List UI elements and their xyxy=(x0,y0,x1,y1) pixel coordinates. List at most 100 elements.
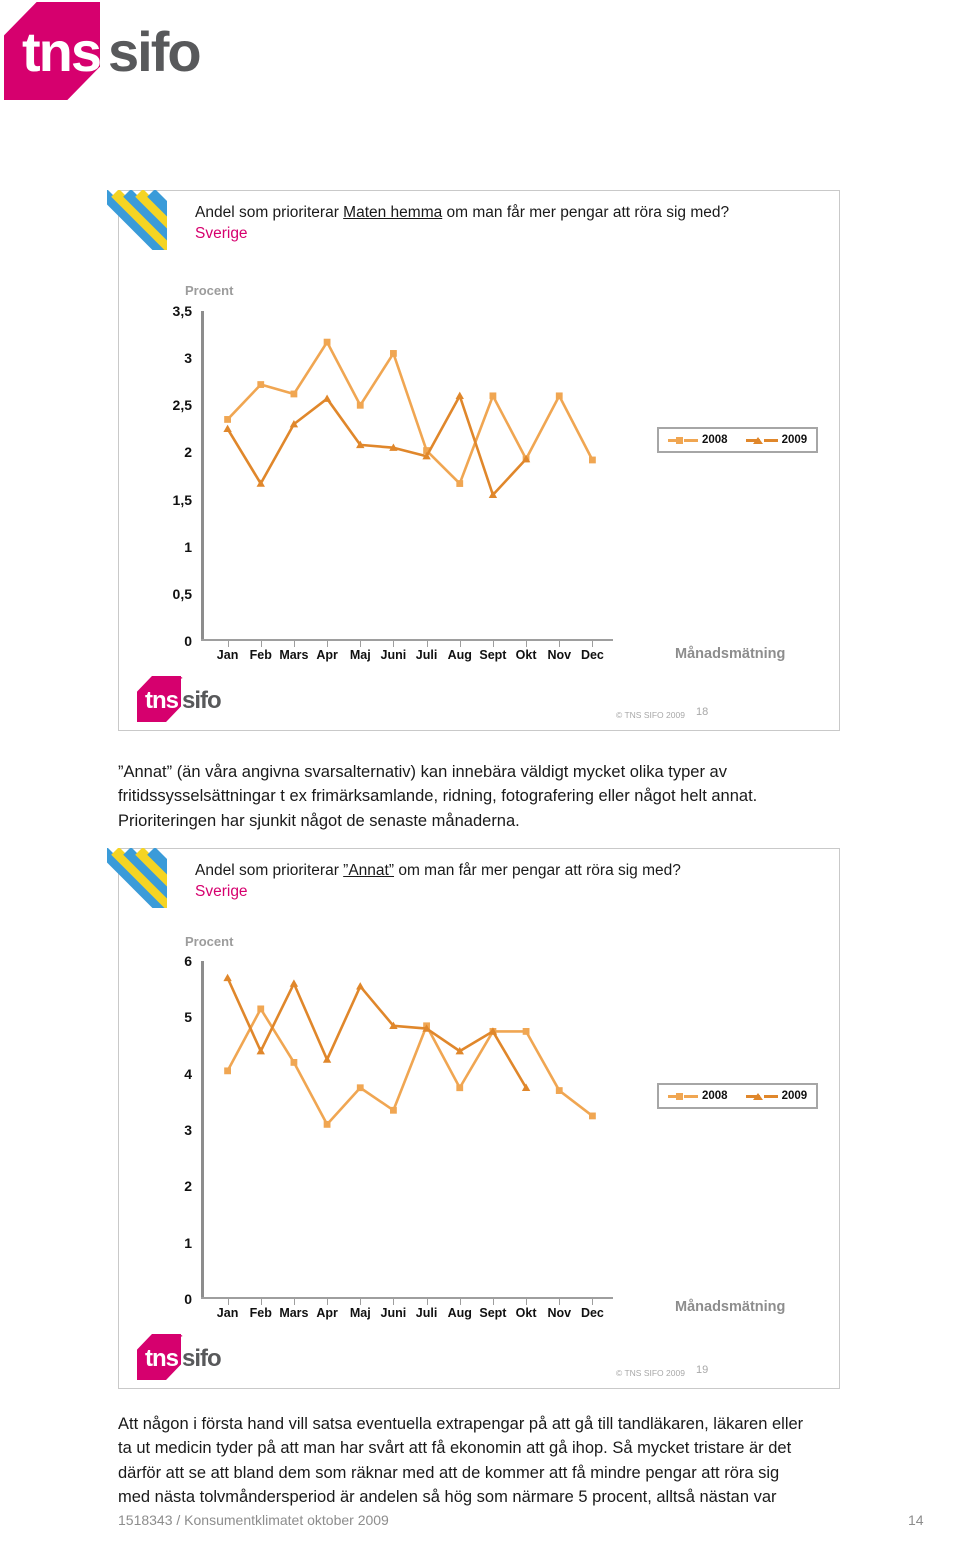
slide1-title: Andel som prioriterar Maten hemma om man… xyxy=(195,203,729,223)
middle-paragraph-line-2: fritidssysselsättningar t ex frimärksaml… xyxy=(118,787,758,806)
slide2-title-prefix: Andel som prioriterar xyxy=(195,862,344,879)
slide2-legend: 2008 2009 xyxy=(657,1083,819,1109)
x-axis-tick-label: Maj xyxy=(349,1306,371,1320)
series-marker-2009 xyxy=(223,424,232,433)
series-marker-2008 xyxy=(522,1028,530,1035)
slide2-axis-unit: Procent xyxy=(185,934,234,949)
slide2-logo-sifo: sifo xyxy=(182,1345,222,1372)
bottom-paragraph-line-2: ta ut medicin tyder på att man har svårt… xyxy=(118,1439,792,1458)
series-marker-2008 xyxy=(257,1005,265,1013)
x-axis-tick-label: Okt xyxy=(515,1306,537,1320)
series-marker-2008 xyxy=(323,338,331,346)
x-axis-tick-mark xyxy=(293,641,295,647)
x-axis-tick-mark xyxy=(592,641,594,647)
series-marker-2009 xyxy=(223,973,232,982)
slide1-series-svg xyxy=(223,338,596,499)
series-marker-2008 xyxy=(290,1059,298,1066)
y-axis-tick-label: 1 xyxy=(184,1234,192,1251)
series-marker-2008 xyxy=(456,480,464,487)
x-axis-tick-label: Sept xyxy=(479,648,507,662)
slide2-logo-tm: ™ xyxy=(177,1335,183,1341)
slide2-x-axis xyxy=(201,1297,613,1299)
slide1-title-underlined: Maten hemma xyxy=(343,204,443,221)
slide2-title: Andel som prioriterar ”Annat” om man får… xyxy=(195,861,681,881)
x-axis-tick-mark xyxy=(360,641,362,647)
slide1-subtitle: Sverige xyxy=(195,225,248,242)
series-marker-2008 xyxy=(323,1120,331,1128)
x-axis-tick-mark xyxy=(327,1299,329,1305)
series-line-2009 xyxy=(226,977,528,1089)
slide1-legend-item-2008: 2008 xyxy=(668,434,728,446)
x-axis-tick-mark xyxy=(426,641,428,647)
logo-tns-text: tns xyxy=(22,20,102,83)
series-marker-2009 xyxy=(356,982,365,990)
x-axis-tick-label: Mars xyxy=(279,648,309,662)
legend-label-2009: 2009 xyxy=(781,434,808,446)
legend-marker-triangle-2009 xyxy=(752,436,763,444)
x-axis-tick-label: Apr xyxy=(316,648,338,662)
y-axis-tick-label: 0 xyxy=(184,633,192,649)
series-marker-2008 xyxy=(589,1112,596,1120)
y-axis-tick-label: 3,5 xyxy=(172,303,192,319)
swedish-flag-corner-icon-2 xyxy=(107,848,167,908)
x-axis-tick-label: Aug xyxy=(447,1306,472,1320)
x-axis-tick-label: Apr xyxy=(316,1306,338,1320)
series-line-2009 xyxy=(226,394,528,497)
slide2-title-suffix: om man får mer pengar att röra sig med? xyxy=(394,862,681,879)
logo-sifo-text: sifo xyxy=(108,20,202,83)
series-marker-2008 xyxy=(555,392,563,400)
y-axis-tick-label: 2 xyxy=(184,444,192,461)
legend2-label-2009: 2009 xyxy=(781,1090,808,1102)
slide1-copyright: © TNS SIFO 2009 xyxy=(616,710,685,720)
slide-maten-hemma: Andel som prioriterar Maten hemma om man… xyxy=(107,190,840,731)
legend2-line2-2009 xyxy=(763,1094,778,1098)
series-marker-2008 xyxy=(356,401,364,409)
x-axis-tick-label: Nov xyxy=(547,648,572,662)
x-axis-tick-mark xyxy=(526,641,528,647)
series-marker-2009 xyxy=(289,979,299,987)
bottom-paragraph-line-3: därför att se att bland dem som räknar m… xyxy=(118,1463,780,1482)
slide2-subtitle: Sverige xyxy=(195,883,248,900)
legend-marker-square-2008 xyxy=(676,436,683,444)
x-axis-tick-label: Juli xyxy=(415,648,438,662)
x-axis-tick-mark xyxy=(492,1299,494,1305)
slide1-legend: 2008 2009 xyxy=(657,427,819,453)
series-marker-2008 xyxy=(589,456,596,464)
slide2-logo-tns: tns xyxy=(145,1345,179,1372)
y-axis-tick-label: 5 xyxy=(184,1009,192,1026)
slide1-logo-tns: tns xyxy=(145,687,179,714)
middle-paragraph-line-3: Prioriteringen har sjunkit något de sena… xyxy=(118,811,520,830)
x-axis-tick-label: Dec xyxy=(580,1306,604,1320)
slide1-y-axis xyxy=(201,311,204,641)
legend2-label-2008: 2008 xyxy=(702,1090,728,1102)
x-axis-tick-label: Aug xyxy=(447,648,472,662)
slide1-footer-logo: tns sifo ™ xyxy=(137,676,237,722)
x-axis-tick-mark xyxy=(393,641,395,647)
series-marker-2008 xyxy=(224,1067,231,1075)
middle-paragraph-line-1: ”Annat” (än våra angivna svarsalternativ… xyxy=(118,763,727,781)
slide2-legend-item-2009: 2009 xyxy=(745,1090,808,1102)
x-axis-tick-label: Juni xyxy=(380,648,407,662)
y-axis-tick-label: 0 xyxy=(184,1291,192,1307)
bottom-paragraph-line-1: Att någon i första hand vill satsa event… xyxy=(118,1415,804,1433)
slide2-series-svg xyxy=(223,973,596,1128)
slide1-title-suffix: om man får mer pengar att röra sig med? xyxy=(442,204,730,221)
y-axis-tick-label: 1,5 xyxy=(172,491,192,508)
x-axis-tick-mark xyxy=(592,1299,594,1305)
series-marker-2008 xyxy=(356,1084,364,1092)
series-marker-2009 xyxy=(322,1055,332,1063)
slide2-copyright: © TNS SIFO 2009 xyxy=(616,1368,685,1378)
y-axis-tick-label: 0,5 xyxy=(172,585,192,602)
x-axis-tick-mark xyxy=(227,641,229,647)
trademark-symbol: ™ xyxy=(92,4,101,14)
y-axis-tick-label: 1 xyxy=(184,538,192,555)
slide-annat: Andel som prioriterar ”Annat” om man får… xyxy=(107,848,840,1389)
x-axis-tick-mark xyxy=(426,1299,428,1305)
series-marker-2008 xyxy=(390,1106,397,1114)
slide1-page-number: 18 xyxy=(696,706,709,718)
x-axis-tick-mark xyxy=(260,1299,262,1305)
tns-sifo-logo: tns sifo ™ xyxy=(0,0,215,105)
x-axis-tick-label: Feb xyxy=(249,1306,272,1320)
x-axis-tick-mark xyxy=(459,1299,461,1305)
document-reference-footer: 1518343 / Konsumentklimatet oktober 2009 xyxy=(118,1512,389,1528)
